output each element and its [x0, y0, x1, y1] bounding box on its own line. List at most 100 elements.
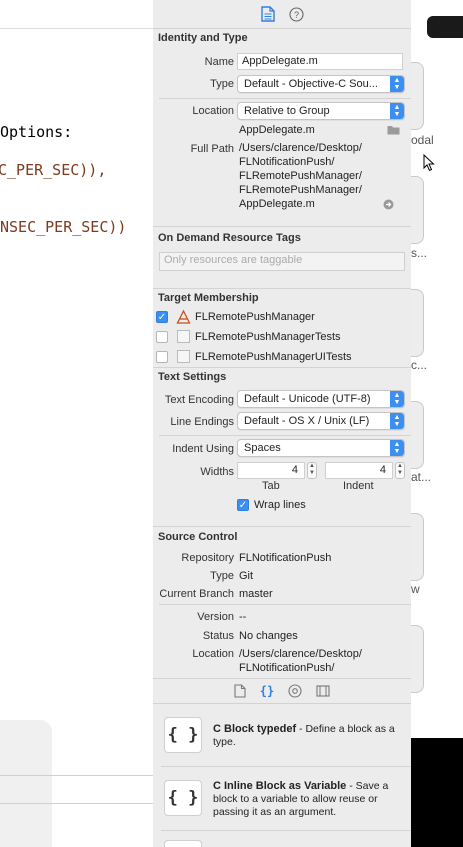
sc-location-label: Location [192, 648, 234, 660]
test-target-icon [177, 330, 190, 343]
svg-text:?: ? [293, 10, 298, 20]
resource-tags-field: Only resources are taggable [159, 252, 405, 271]
cell-label: w [411, 582, 420, 596]
fullpath-line: AppDelegate.m [239, 198, 315, 210]
divider [159, 435, 411, 436]
line-endings-popup[interactable]: Default - OS X / Unix (LF) ▲ ▼ [237, 412, 405, 430]
tab-width-field[interactable]: 4 [237, 462, 305, 479]
encoding-label: Text Encoding [164, 394, 234, 406]
table-cell[interactable] [411, 62, 424, 130]
line-endings-label: Line Endings [170, 416, 234, 428]
file-template-icon[interactable] [234, 684, 246, 698]
media-icon[interactable] [316, 685, 330, 697]
uitest-target-icon [177, 350, 190, 363]
indent-width-stepper[interactable]: ▲ ▼ [395, 462, 405, 479]
status-value: No changes [239, 630, 298, 642]
indent-using-label: Indent Using [172, 443, 234, 455]
file-icon[interactable] [260, 6, 275, 22]
indent-width-field[interactable]: 4 [325, 462, 393, 479]
snippet-item[interactable]: { } C Block typedef - Define a block as … [153, 705, 411, 765]
snippet-braces-icon [164, 840, 202, 847]
cell-label: odal [411, 133, 434, 147]
location-popup[interactable]: Relative to Group ▲ ▼ [237, 102, 405, 120]
snippet-title: C Inline Block as Variable [213, 780, 347, 792]
snippet-title: C Block typedef [213, 723, 297, 735]
target-label: FLRemotePushManagerUITests [195, 351, 352, 363]
table-cell[interactable] [411, 176, 424, 244]
target-section-title: Target Membership [158, 292, 259, 304]
fullpath-line: FLNotificationPush/ [239, 156, 335, 168]
code-line[interactable]: Options: [0, 123, 72, 141]
library-tabbar: {} [153, 678, 411, 704]
snippet-braces-icon: { } [164, 780, 202, 816]
divider [161, 830, 411, 831]
snippet-item[interactable]: { } C Inline Block as Variable - Save a … [153, 767, 411, 829]
code-line[interactable]: NSEC_PER_SEC)) [0, 218, 126, 236]
tab-width-stepper[interactable]: ▲ ▼ [307, 462, 317, 479]
popup-arrows-icon: ▲ ▼ [390, 76, 404, 92]
sc-location-line: FLNotificationPush/ [239, 662, 335, 674]
reveal-arrow-icon[interactable] [383, 199, 394, 213]
divider [153, 288, 411, 289]
cell-label: s... [411, 246, 428, 260]
mouse-cursor-icon [423, 153, 435, 175]
type-label: Type [210, 78, 234, 90]
divider [0, 775, 153, 776]
popup-arrows-icon: ▲ ▼ [390, 413, 404, 429]
popup-arrows-icon: ▲ ▼ [390, 391, 404, 407]
table-cell[interactable] [411, 513, 424, 581]
code-snippet-icon[interactable]: {} [260, 684, 274, 698]
target-checkbox[interactable] [156, 351, 168, 363]
debug-panel [0, 720, 52, 847]
divider [153, 526, 411, 527]
sc-type-value: Git [239, 570, 254, 582]
help-icon[interactable]: ? [288, 6, 304, 22]
branch-label: Current Branch [159, 588, 234, 600]
divider [153, 226, 411, 227]
divider [153, 367, 411, 368]
popup-arrows-icon: ▲ ▼ [390, 103, 404, 119]
target-checkbox[interactable]: ✓ [156, 311, 168, 323]
popup-arrows-icon: ▲ ▼ [390, 440, 404, 456]
encoding-popup[interactable]: Default - Unicode (UTF-8) ▲ ▼ [237, 390, 405, 408]
cell-label: at... [411, 470, 432, 484]
divider [159, 98, 411, 99]
version-value: -- [239, 611, 247, 623]
divider [0, 803, 153, 804]
divider [159, 604, 411, 605]
table-cell[interactable] [411, 401, 424, 469]
name-field[interactable]: AppDelegate.m [237, 53, 403, 70]
fullpath-label: Full Path [190, 143, 234, 155]
target-label: FLRemotePushManager [195, 311, 315, 323]
location-label: Location [192, 105, 234, 117]
name-label: Name [204, 56, 234, 68]
type-popup[interactable]: Default - Objective-C Sou... ▲ ▼ [237, 75, 405, 93]
version-label: Version [197, 611, 234, 623]
table-cell[interactable] [411, 289, 424, 357]
wrap-lines-label: Wrap lines [254, 499, 306, 511]
fullpath-line: /Users/clarence/Desktop/ [239, 142, 362, 154]
inspector-tabbar: ? [153, 0, 411, 29]
sc-type-label: Type [210, 570, 234, 582]
indent-sublabel: Indent [343, 480, 374, 492]
text-settings-title: Text Settings [158, 371, 227, 383]
svg-text:{}: {} [260, 684, 274, 698]
code-line[interactable]: C_PER_SEC)), [0, 161, 106, 179]
snippet-braces-icon: { } [164, 717, 202, 753]
ondemand-section-title: On Demand Resource Tags [158, 232, 301, 244]
table-cell[interactable] [411, 625, 424, 693]
widths-label: Widths [200, 466, 234, 478]
object-icon[interactable] [288, 684, 302, 698]
wrap-lines-checkbox[interactable]: ✓ [237, 499, 249, 511]
folder-icon[interactable] [387, 124, 400, 138]
branch-value: master [239, 588, 273, 600]
editor-divider [0, 28, 153, 29]
indent-using-popup[interactable]: Spaces ▲ ▼ [237, 439, 405, 457]
cell-label: c... [411, 358, 428, 372]
simulator-window: odal s... c... at... w [411, 0, 463, 847]
target-checkbox[interactable] [156, 331, 168, 343]
repository-value: FLNotificationPush [239, 552, 332, 564]
code-editor[interactable]: Options: C_PER_SEC)), NSEC_PER_SEC)) [0, 0, 154, 847]
sc-location-line: /Users/clarence/Desktop/ [239, 648, 362, 660]
status-label: Status [202, 630, 234, 642]
